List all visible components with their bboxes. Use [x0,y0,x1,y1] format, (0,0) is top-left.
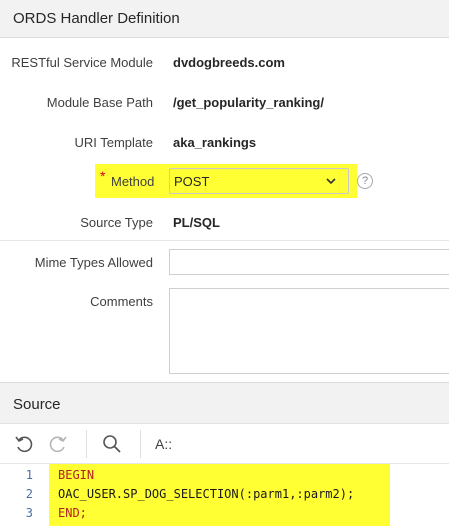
method-label: Method [111,174,155,189]
mime-types-input[interactable] [169,249,449,275]
editor-toolbar: A:: [0,424,449,464]
module-label: RESTful Service Module [11,55,153,70]
code-text: OAC_USER.SP_DOG_SELECTION(:parm1,:parm2)… [58,487,355,501]
mime-types-label: Mime Types Allowed [34,255,153,270]
source-title: Source [13,396,61,413]
source-type-label: Source Type [80,215,153,230]
region-title: ORDS Handler Definition [13,10,180,27]
comments-label: Comments [90,294,153,309]
chevron-down-icon [326,178,336,185]
code-text: END; [58,506,87,520]
font-size-button[interactable]: A:: [155,436,172,452]
base-path-label: Module Base Path [46,95,153,110]
region-header: ORDS Handler Definition [0,0,449,38]
required-indicator: * [100,168,106,184]
handler-form: RESTful Service Module dvdogbreeds.com M… [0,38,449,382]
method-select[interactable]: POST [169,168,349,194]
code-line: 1 BEGIN [0,468,449,486]
line-number: 2 [25,487,33,501]
code-line: 2 OAC_USER.SP_DOG_SELECTION(:parm1,:parm… [0,487,449,505]
toolbar-separator [86,430,87,458]
help-icon[interactable]: ? [357,173,373,189]
method-select-value: POST [174,174,210,189]
code-editor[interactable]: 1 BEGIN 2 OAC_USER.SP_DOG_SELECTION(:par… [0,464,449,529]
toolbar-separator [140,430,141,458]
source-type-value: PL/SQL [173,215,220,230]
search-icon[interactable] [100,432,124,456]
form-divider [0,240,449,241]
uri-template-label: URI Template [74,135,153,150]
base-path-value: /get_popularity_ranking/ [173,95,324,110]
line-number: 1 [25,468,33,482]
undo-icon[interactable] [12,432,36,456]
line-number: 3 [25,506,33,520]
module-value: dvdogbreeds.com [173,55,285,70]
code-line: 3 END; [0,506,449,524]
redo-icon[interactable] [46,432,70,456]
uri-template-value: aka_rankings [173,135,257,150]
source-region-header: Source [0,382,449,424]
comments-textarea[interactable] [169,288,449,374]
code-text: BEGIN [58,468,95,482]
